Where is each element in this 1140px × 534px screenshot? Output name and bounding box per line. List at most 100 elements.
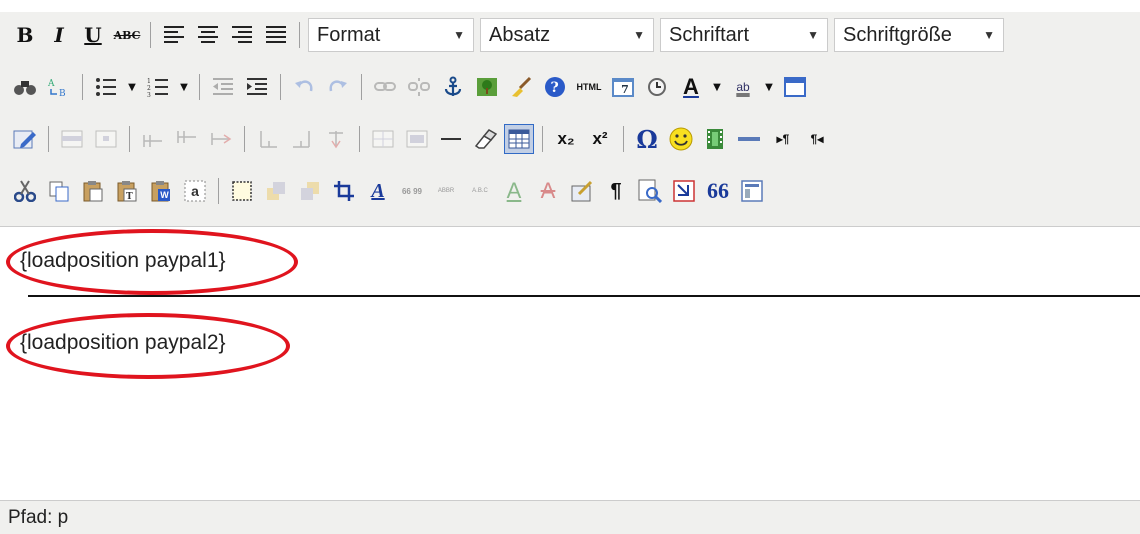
bold-button[interactable]: B <box>10 20 40 50</box>
insert-time-button[interactable] <box>642 72 672 102</box>
remove-format-button[interactable] <box>470 124 500 154</box>
row-props-button[interactable] <box>57 124 87 154</box>
superscript-button[interactable]: x² <box>585 124 615 154</box>
cleanup-button[interactable] <box>506 72 536 102</box>
copy-button[interactable] <box>44 176 74 206</box>
special-char-button[interactable]: Ω <box>632 124 662 154</box>
help-button[interactable]: ? <box>540 72 570 102</box>
align-left-button[interactable] <box>159 20 189 50</box>
bullet-list-button[interactable] <box>91 72 121 102</box>
chevron-down-icon: ▼ <box>633 28 645 42</box>
blockquote-button[interactable]: 66 <box>703 176 733 206</box>
move-forward-button[interactable] <box>261 176 291 206</box>
deletion-button[interactable]: A <box>533 176 563 206</box>
table-cell-icon <box>95 130 117 148</box>
styles-button[interactable]: A <box>363 176 393 206</box>
insertion-button[interactable]: A <box>499 176 529 206</box>
attributes-button[interactable] <box>567 176 597 206</box>
toolbar-separator <box>244 126 245 152</box>
delete-row-icon <box>211 133 232 145</box>
undo-icon <box>295 80 313 92</box>
font-size-select[interactable]: Schriftgröße ▼ <box>834 18 1004 52</box>
cell-props-button[interactable] <box>91 124 121 154</box>
absolute-position-button[interactable] <box>329 176 359 206</box>
insert-media-button[interactable] <box>700 124 730 154</box>
underline-button[interactable]: U <box>78 20 108 50</box>
split-cells-icon <box>372 130 394 148</box>
insert-table-button[interactable] <box>504 124 534 154</box>
numbered-list-dropdown[interactable]: ▼ <box>177 72 191 102</box>
html-source-button[interactable]: HTML <box>574 72 604 102</box>
align-right-button[interactable] <box>227 20 257 50</box>
bullet-list-dropdown[interactable]: ▼ <box>125 72 139 102</box>
justify-button[interactable] <box>261 20 291 50</box>
editor-toolbar: B I U ABC Format ▼ Absatz ▼ Schriftart ▼ Sc… <box>0 12 1140 227</box>
text-color-dropdown[interactable]: ▼ <box>710 72 724 102</box>
merge-cells-button[interactable] <box>402 124 432 154</box>
edit-css-button[interactable] <box>10 124 40 154</box>
find-button[interactable] <box>10 72 40 102</box>
paste-word-button[interactable]: W <box>146 176 176 206</box>
visual-chars-button[interactable]: ¶ <box>601 176 631 206</box>
unlink-button[interactable] <box>404 72 434 102</box>
format-select[interactable]: Format ▼ <box>308 18 474 52</box>
acronym-button[interactable]: A.B.C <box>465 176 495 206</box>
select-all-button[interactable]: a <box>180 176 210 206</box>
replace-button[interactable]: AB <box>44 72 74 102</box>
element-path: Pfad: p <box>8 506 69 528</box>
svg-text:A: A <box>47 79 55 89</box>
fullscreen-button[interactable] <box>780 72 810 102</box>
cut-button[interactable] <box>10 176 40 206</box>
help-icon: ? <box>545 77 565 97</box>
toolbar-row-4: T W a A 66 99 ABBR A.B.C A A ¶ 66 <box>10 174 771 208</box>
move-backward-button[interactable] <box>295 176 325 206</box>
ltr-button[interactable]: ▸¶ <box>768 124 798 154</box>
move-forward-icon <box>267 182 285 200</box>
editor-content-area[interactable]: {loadposition paypal1} {loadposition pay… <box>0 227 1140 499</box>
delete-row-button[interactable] <box>206 124 236 154</box>
non-breaking-space-button[interactable] <box>737 176 767 206</box>
abbreviation-button[interactable]: ABBR <box>431 176 461 206</box>
rtl-button[interactable]: ¶◂ <box>802 124 832 154</box>
insert-layer-button[interactable] <box>227 176 257 206</box>
toolbar-separator <box>82 74 83 100</box>
insert-col-before-button[interactable] <box>253 124 283 154</box>
paste-text-button[interactable]: T <box>112 176 142 206</box>
template-button[interactable] <box>669 176 699 206</box>
preview-button[interactable] <box>635 176 665 206</box>
split-cells-button[interactable] <box>368 124 398 154</box>
anchor-button[interactable] <box>438 72 468 102</box>
delete-col-button[interactable] <box>321 124 351 154</box>
svg-text:?: ? <box>551 80 559 96</box>
highlight-color-dropdown[interactable]: ▼ <box>762 72 776 102</box>
undo-button[interactable] <box>289 72 319 102</box>
insert-col-after-button[interactable] <box>287 124 317 154</box>
toolbar-separator <box>129 126 130 152</box>
subscript-button[interactable]: x₂ <box>551 124 581 154</box>
cite-button[interactable]: 66 99 <box>397 176 427 206</box>
italic-button[interactable]: I <box>44 20 74 50</box>
preview-icon <box>638 179 662 203</box>
insert-link-button[interactable] <box>370 72 400 102</box>
text-color-button[interactable]: A <box>676 72 706 102</box>
outdent-button[interactable] <box>208 72 238 102</box>
align-center-button[interactable] <box>193 20 223 50</box>
strikethrough-button[interactable]: ABC <box>112 20 142 50</box>
insert-row-before-button[interactable] <box>138 124 168 154</box>
broom-icon <box>512 76 532 97</box>
font-family-select[interactable]: Schriftart ▼ <box>660 18 828 52</box>
horizontal-rule-button[interactable] <box>436 124 466 154</box>
insert-date-button[interactable]: 7 <box>608 72 638 102</box>
emoticon-button[interactable] <box>666 124 696 154</box>
insert-image-button[interactable] <box>472 72 502 102</box>
paste-button[interactable] <box>78 176 108 206</box>
highlight-color-button[interactable]: ab <box>728 72 758 102</box>
redo-button[interactable] <box>323 72 353 102</box>
eraser-icon <box>474 129 497 149</box>
numbered-list-button[interactable]: 123 <box>143 72 173 102</box>
paragraph-select[interactable]: Absatz ▼ <box>480 18 654 52</box>
window-icon <box>741 180 763 202</box>
insert-row-after-button[interactable] <box>172 124 202 154</box>
pagebreak-button[interactable] <box>734 124 764 154</box>
indent-button[interactable] <box>242 72 272 102</box>
